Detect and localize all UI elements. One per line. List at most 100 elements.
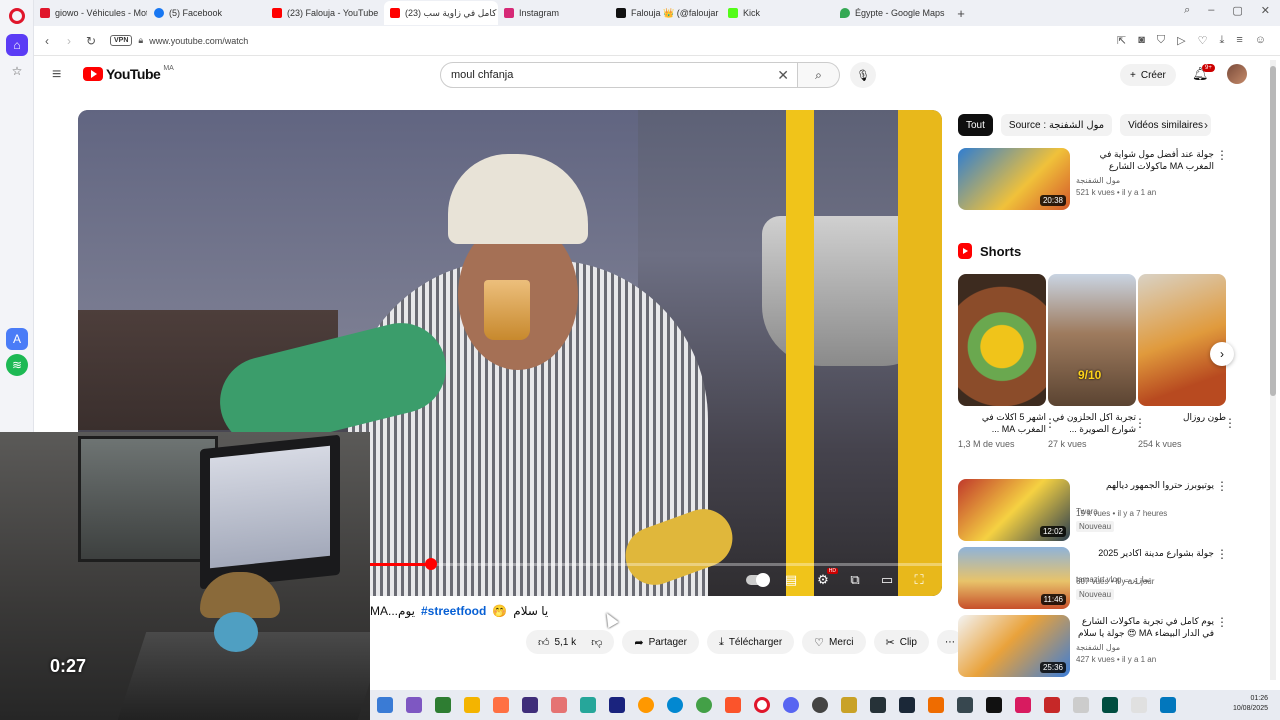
forward-icon[interactable]: › [58,34,80,48]
settings-gear-icon[interactable]: ⚙ HD [814,568,838,588]
title-hashtag[interactable]: #streetfood [421,604,486,618]
share-button[interactable]: ➦ Partager [622,630,699,654]
discord-icon[interactable] [782,697,799,713]
maximize-icon[interactable]: ▢ [1232,4,1242,17]
chevron-right-icon[interactable]: › [1204,118,1208,132]
taskbar-app-icon[interactable] [550,697,567,713]
chrome-icon[interactable] [695,697,712,713]
steam-icon[interactable] [898,697,915,713]
search-tabs-icon[interactable]: ⌕ [1184,4,1190,17]
recommendation-thumbnail[interactable]: 25:36 [958,615,1070,677]
more-vertical-icon[interactable]: ⋮ [1216,615,1228,629]
tab-5[interactable]: Instagram [498,1,610,25]
more-vertical-icon[interactable]: ⋮ [1216,479,1228,493]
chip-source[interactable]: Source : مول الشفنجة [1000,114,1113,136]
taskbar-app-icon[interactable] [1043,697,1060,713]
recommendation-thumbnail[interactable]: 11:46 [958,547,1070,609]
taskbar-app-icon[interactable] [405,697,422,713]
taskbar-app-icon[interactable] [434,697,451,713]
tab-8[interactable]: Égypte - Google Maps [834,1,952,25]
avatar[interactable] [1227,64,1247,84]
taskbar-app-icon[interactable] [927,697,944,713]
download-icon[interactable]: ⤓ [1219,34,1224,47]
home-icon[interactable]: ⌂ [6,34,28,56]
short-title[interactable]: تجربة اكل الحلزون في شوارع الصويرة ... [1048,411,1136,437]
lock-icon[interactable]: 🔒︎ [138,35,143,46]
share-icon[interactable]: ⇱ [1117,34,1126,47]
minimize-icon[interactable]: – [1208,4,1214,17]
more-vertical-icon[interactable]: ⋮ [1216,148,1228,162]
tiktok-taskbar-icon[interactable] [985,697,1002,713]
reload-icon[interactable]: ↻ [80,34,102,48]
download-button[interactable]: ⤓ Télécharger [706,630,795,654]
voice-search-button[interactable]: 🎙︎ [850,62,876,88]
back-icon[interactable]: ‹ [36,34,58,48]
short-thumbnail[interactable] [958,274,1046,406]
new-tab-button[interactable]: + [952,6,970,21]
tab-7[interactable]: Kick [722,1,834,25]
star-icon[interactable]: ☆ [6,60,28,82]
edge-icon[interactable] [666,697,683,713]
taskbar-app-icon[interactable] [579,697,596,713]
more-vertical-icon[interactable]: ⋮ [1216,547,1228,561]
opera-icon[interactable] [753,697,770,713]
spotify-icon[interactable]: ≋ [6,354,28,376]
profile-icon[interactable]: ☺ [1255,34,1266,47]
menu-icon[interactable]: ≡ [1236,34,1242,47]
subtitles-icon[interactable]: ▤ [782,572,800,588]
brave-icon[interactable] [724,697,741,713]
file-explorer-icon[interactable] [463,697,480,713]
thumbs-down-icon[interactable]: 👎︎ [591,636,602,649]
recommendation-item[interactable]: 25:36 يوم كامل في تجربة ماكولات الشارع ف… [958,615,1228,677]
miniplayer-icon[interactable]: ⧉ [846,572,864,588]
play-icon[interactable]: ▷ [1177,34,1185,47]
youtube-logo[interactable]: YouTube MA [83,65,174,82]
camera-icon[interactable]: ◙ [1138,34,1145,47]
short-thumbnail[interactable] [1138,274,1226,406]
recommendation-channel[interactable]: مول الشفنجة [1076,643,1120,652]
chip-all[interactable]: Tout [958,114,993,136]
thanks-button[interactable]: ♡ Merci [802,630,866,654]
shorts-next-button[interactable]: › [1210,342,1234,366]
url-field[interactable]: www.youtube.com/watch [149,36,248,46]
premiere-icon[interactable] [521,697,538,713]
recommendation-channel[interactable]: مول الشفنجة [1076,176,1120,185]
taskbar-app-icon[interactable] [840,697,857,713]
taskbar-app-icon[interactable] [376,697,393,713]
fullscreen-icon[interactable]: ⛶ [910,572,928,588]
taskbar-app-icon[interactable] [492,697,509,713]
taskbar-app-icon[interactable] [608,697,625,713]
taskbar-app-icon[interactable] [1072,697,1089,713]
tab-2[interactable]: (5) Facebook [148,1,266,25]
like-count[interactable]: 5,1 k [555,637,577,648]
search-input[interactable]: moul chfanja ✕ [440,62,798,88]
more-vertical-icon[interactable]: ⋮ [1224,416,1236,430]
recommendation-thumbnail[interactable]: 20:38 [958,148,1070,210]
search-button[interactable]: ⌕ [798,62,840,88]
page-scrollbar-thumb[interactable] [1270,66,1276,396]
tab-1[interactable]: giowo - Véhicules - Motos [34,1,148,25]
create-button[interactable]: + Créer [1120,64,1176,86]
hamburger-menu-icon[interactable]: ≡ [52,66,61,84]
thumbs-up-icon[interactable]: 👍︎ [538,636,550,649]
tab-3[interactable]: (23) Falouja - YouTube [266,1,384,25]
opera-logo-icon[interactable] [9,8,25,24]
clip-button[interactable]: ✂ Clip [873,630,929,654]
taskbar-app-icon[interactable] [1159,697,1176,713]
recommendation-title[interactable]: جولة عند أفضل مول شواية في المغرب MA ماك… [1076,148,1214,174]
taskbar-app-icon[interactable] [1101,697,1118,713]
short-title[interactable]: اشهر 5 اكلات في المغرب MA ... [958,411,1046,437]
short-item[interactable]: 9/10 تجربة اكل الحلزون في شوارع الصويرة … [1048,274,1146,449]
recommendation-title[interactable]: يوم كامل في تجربة ماكولات الشارع في الدا… [1076,615,1214,641]
chip-similar[interactable]: Vidéos similaires [1120,114,1211,136]
recommendation-thumbnail[interactable]: 12:02 [958,479,1070,541]
app-store-icon[interactable]: A [6,328,28,350]
taskbar-app-icon[interactable] [869,697,886,713]
recommendation-title[interactable]: يوتيوبرز حتروا الجمهور ديالهم [1076,479,1214,505]
recommendation-title[interactable]: جولة بشوارع مدينة اكادير 2025 [1076,547,1214,573]
short-title[interactable]: طون روزال [1138,411,1226,437]
close-icon[interactable]: ✕ [1261,4,1270,17]
obs-icon[interactable] [811,697,828,713]
taskbar-app-icon[interactable] [1130,697,1147,713]
firefox-icon[interactable] [637,697,654,713]
